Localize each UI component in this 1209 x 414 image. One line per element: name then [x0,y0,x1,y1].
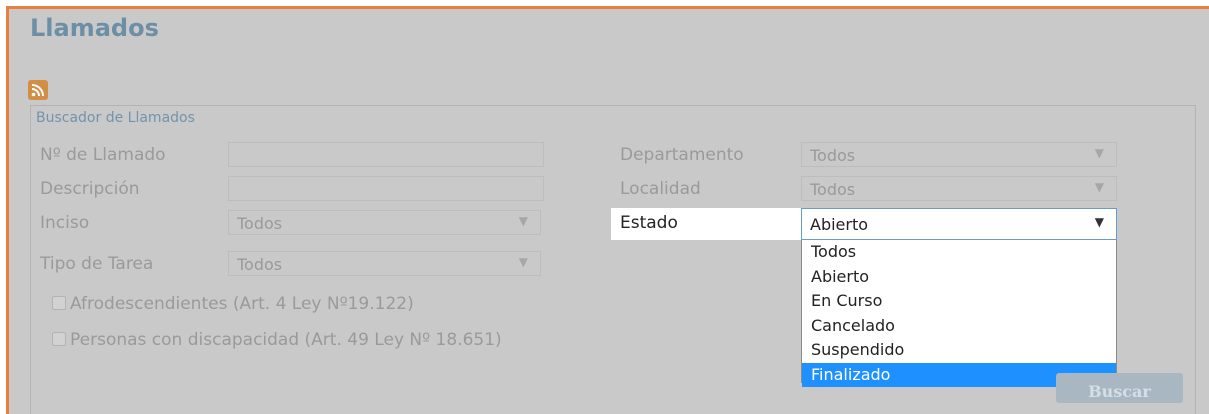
numero-input[interactable] [228,142,544,167]
chevron-down-icon: ▼ [1094,215,1104,229]
tipo-select[interactable]: Todos ▼ [228,251,541,276]
departamento-select[interactable]: Todos ▼ [801,142,1117,167]
afro-checkbox[interactable] [52,296,66,310]
chevron-down-icon: ▼ [518,214,528,228]
departamento-value: Todos [810,146,856,165]
descripcion-input[interactable] [228,176,544,201]
descripcion-label: Descripción [40,179,140,199]
localidad-label: Localidad [620,179,701,199]
estado-select[interactable]: Abierto ▼ [801,208,1117,240]
estado-label: Estado [611,208,801,240]
search-legend: Buscador de Llamados [36,110,195,126]
afro-checkbox-row[interactable]: Afrodescendientes (Art. 4 Ley Nº19.122) [52,294,414,314]
discapacidad-checkbox[interactable] [52,332,66,346]
estado-dropdown-list: Todos Abierto En Curso Cancelado Suspend… [801,240,1117,387]
estado-value: Abierto [810,215,869,234]
estado-option-abierto[interactable]: Abierto [802,265,1116,290]
discapacidad-label: Personas con discapacidad (Art. 49 Ley N… [70,330,502,350]
rss-icon[interactable] [28,80,48,100]
inciso-select[interactable]: Todos ▼ [228,210,541,235]
numero-label: Nº de Llamado [40,145,166,165]
departamento-label: Departamento [620,145,744,165]
estado-option-suspendido[interactable]: Suspendido [802,338,1116,363]
tipo-value: Todos [237,255,283,274]
estado-option-cancelado[interactable]: Cancelado [802,314,1116,339]
afro-label: Afrodescendientes (Art. 4 Ley Nº19.122) [70,294,414,314]
localidad-value: Todos [810,180,856,199]
estado-option-en-curso[interactable]: En Curso [802,289,1116,314]
chevron-down-icon: ▼ [1094,146,1104,160]
page-title: Llamados [30,14,159,42]
inciso-label: Inciso [40,213,90,233]
chevron-down-icon: ▼ [1094,180,1104,194]
inciso-value: Todos [237,214,283,233]
estado-option-todos[interactable]: Todos [802,240,1116,265]
buscar-button[interactable]: Buscar [1056,373,1183,403]
discapacidad-checkbox-row[interactable]: Personas con discapacidad (Art. 49 Ley N… [52,330,502,350]
chevron-down-icon: ▼ [518,255,528,269]
tipo-label: Tipo de Tarea [40,254,154,274]
localidad-select[interactable]: Todos ▼ [801,176,1117,201]
